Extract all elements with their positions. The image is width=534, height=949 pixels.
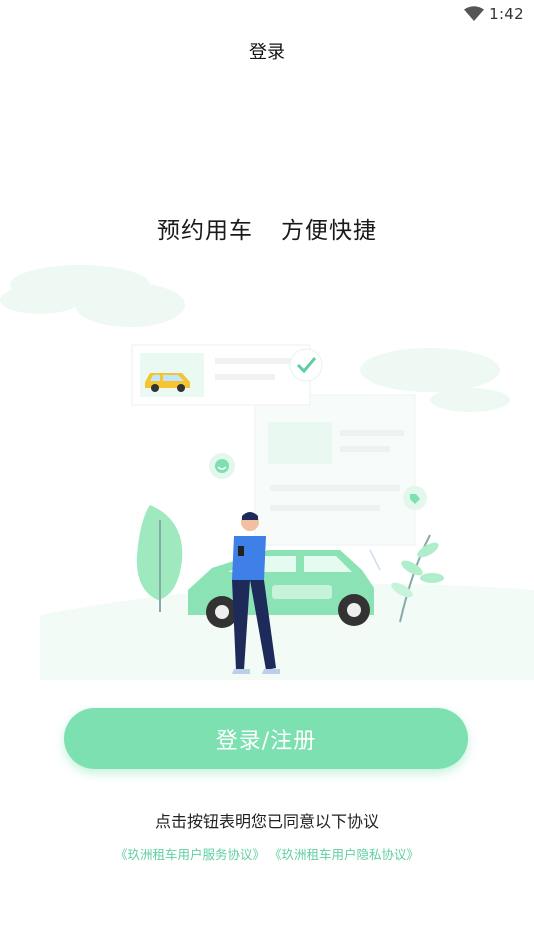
agreement-text: 点击按钮表明您已同意以下协议	[154, 812, 379, 831]
tag-icon	[403, 486, 427, 510]
wifi-icon	[464, 6, 484, 21]
background-panel	[254, 394, 416, 546]
hero-illustration	[0, 265, 534, 680]
slogan-right: 方便快捷	[281, 218, 377, 244]
hero-slogan: 预约用车 方便快捷	[0, 211, 534, 245]
car-card	[131, 344, 311, 406]
status-time: 1:42	[489, 5, 524, 23]
smile-bubble-icon	[209, 453, 235, 479]
page-title: 登录	[249, 42, 285, 63]
status-bar: 1:42	[0, 0, 534, 30]
slogan-left: 预约用车	[157, 218, 253, 244]
login-register-button[interactable]: 登录/注册	[64, 708, 468, 769]
privacy-agreement-link[interactable]: 《玖洲租车用户隐私协议》	[269, 847, 419, 862]
check-icon	[289, 348, 323, 382]
agreement-links: 《玖洲租车用户服务协议》 《玖洲租车用户隐私协议》	[0, 844, 534, 863]
service-agreement-link[interactable]: 《玖洲租车用户服务协议》	[115, 847, 265, 862]
